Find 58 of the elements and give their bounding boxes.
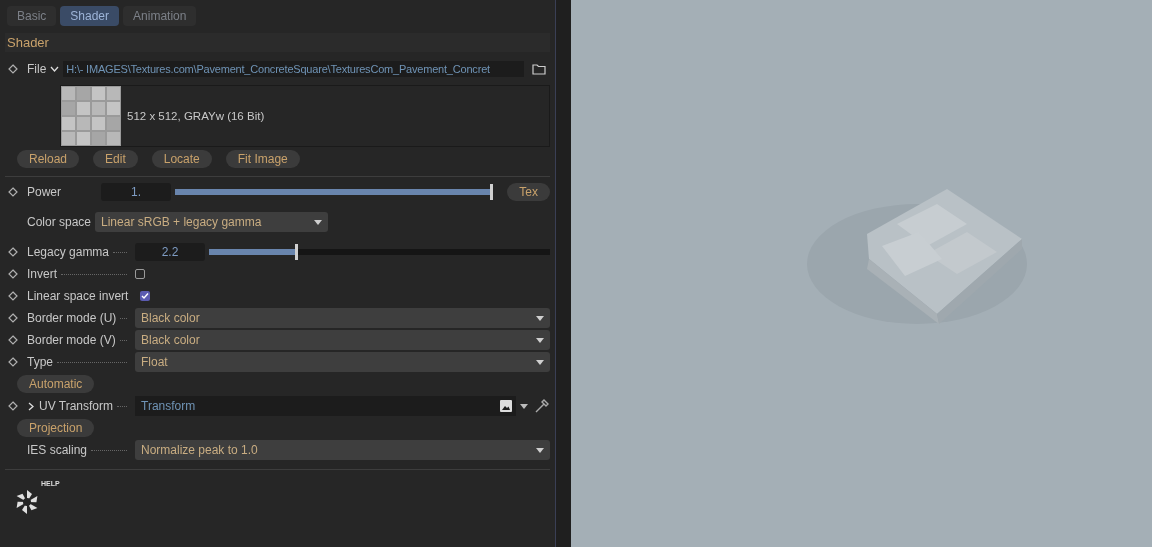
param-label: File (27, 62, 47, 76)
caret-icon (536, 359, 544, 365)
value-field[interactable]: 1. (101, 183, 171, 201)
file-button[interactable]: Locate (151, 150, 212, 168)
param-label: Border mode (U) (27, 311, 117, 325)
keyframe-icon[interactable] (8, 335, 18, 345)
dropdown[interactable]: Float (135, 352, 550, 372)
link-field[interactable]: Transform (135, 396, 516, 416)
slider[interactable] (175, 184, 494, 200)
keyframe-icon[interactable] (8, 291, 18, 301)
slider-thumb[interactable] (490, 184, 494, 200)
image-icon[interactable] (500, 400, 512, 412)
param-label: IES scaling (27, 443, 88, 457)
keyframe-icon[interactable] (8, 357, 18, 367)
caret-icon (536, 315, 544, 321)
param-label: Type (27, 355, 53, 369)
param-label: Color space (27, 215, 92, 229)
dropdown[interactable]: Black color (135, 330, 550, 350)
file-button[interactable]: Edit (93, 150, 138, 168)
keyframe-icon[interactable] (8, 269, 18, 279)
keyframe-icon[interactable] (8, 64, 18, 74)
param-label: Legacy gamma (27, 245, 110, 259)
checkbox[interactable] (135, 269, 145, 279)
image-info: 512 x 512, GRAYw (16 Bit) (127, 110, 265, 122)
file-button[interactable]: Fit Image (225, 150, 300, 168)
param-label: Border mode (V) (27, 333, 116, 347)
chevron-icon[interactable] (50, 65, 60, 73)
slider[interactable] (209, 244, 550, 260)
texture-button[interactable]: Tex (507, 183, 550, 201)
caret-icon (520, 403, 528, 409)
slider-thumb[interactable] (294, 244, 298, 260)
value-field[interactable]: 2.2 (135, 243, 205, 261)
caret-icon (314, 219, 323, 225)
file-path-field[interactable]: H:\- IMAGES\Textures.com\Pavement_ConcreteSquare\TexturesCom_Pavement_Concret (63, 61, 524, 77)
folder-icon[interactable] (532, 63, 546, 75)
section-button[interactable]: Projection (17, 419, 95, 437)
tab[interactable]: Shader (60, 6, 120, 26)
dropdown[interactable]: Linear sRGB + legacy gamma (95, 212, 329, 232)
param-label: Invert (27, 267, 57, 281)
param-label: Power (27, 185, 61, 199)
keyframe-icon[interactable] (8, 187, 18, 197)
section-header: Shader (5, 33, 550, 52)
caret-icon (536, 447, 544, 453)
dropdown[interactable]: Normalize peak to 1.0 (135, 440, 550, 460)
param-label: Linear space invert (27, 289, 129, 303)
tab[interactable]: Animation (123, 6, 197, 26)
checkbox[interactable] (140, 291, 151, 301)
keyframe-icon[interactable] (8, 313, 18, 323)
texture-thumbnail (61, 86, 121, 146)
keyframe-icon[interactable] (8, 401, 18, 411)
file-button[interactable]: Reload (17, 150, 80, 168)
dropdown[interactable]: Black color (135, 308, 550, 328)
section-button[interactable]: Automatic (17, 375, 95, 393)
keyframe-icon[interactable] (8, 247, 18, 257)
tab[interactable]: Basic (7, 6, 57, 26)
param-label: UV Transform (39, 399, 113, 413)
chevron-icon[interactable] (27, 401, 35, 411)
caret-icon (536, 337, 544, 343)
